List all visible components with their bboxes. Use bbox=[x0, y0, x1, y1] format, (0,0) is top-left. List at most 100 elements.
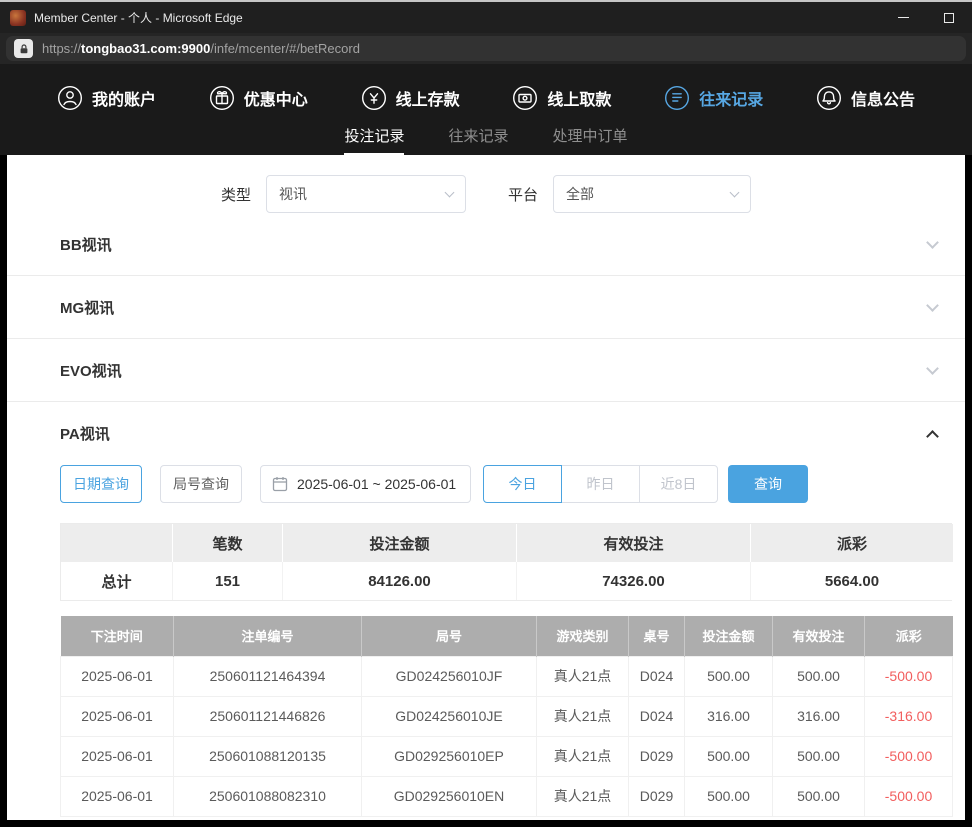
summary-payout-value: 5664.00 bbox=[751, 562, 953, 600]
nav-label: 线上取款 bbox=[547, 86, 611, 110]
section-label: PA视讯 bbox=[60, 423, 110, 444]
summary-valid-bet-value: 74326.00 bbox=[517, 562, 751, 600]
lock-icon bbox=[18, 43, 30, 55]
accordion-sections: BB视讯 MG视讯 EVO视讯 PA视讯 bbox=[7, 213, 965, 465]
cell-bet-amount: 500.00 bbox=[685, 736, 773, 776]
col-header-payout: 派彩 bbox=[865, 616, 953, 656]
url-input[interactable]: https://tongbao31.com:9900/infe/mcenter/… bbox=[6, 36, 966, 61]
cell-bet-amount: 500.00 bbox=[685, 776, 773, 816]
col-header-valid-bet: 有效投注 bbox=[773, 616, 865, 656]
date-range-value: 2025-06-01 ~ 2025-06-01 bbox=[297, 476, 456, 492]
cell-bet-amount: 500.00 bbox=[685, 656, 773, 696]
detail-table: 下注时间注单编号局号游戏类别桌号投注金额有效投注派彩 2025-06-01250… bbox=[60, 616, 953, 817]
detail-table-head-row: 下注时间注单编号局号游戏类别桌号投注金额有效投注派彩 bbox=[61, 616, 953, 656]
search-button[interactable]: 查询 bbox=[728, 465, 808, 503]
cell-bet-id: 250601088082310 bbox=[174, 776, 362, 816]
cell-game-type: 真人21点 bbox=[537, 736, 629, 776]
maximize-icon bbox=[944, 13, 954, 23]
cell-round-id: GD024256010JE bbox=[362, 696, 537, 736]
col-header-game-type: 游戏类别 bbox=[537, 616, 629, 656]
site-info-button[interactable] bbox=[14, 39, 33, 58]
cell-round-id: GD029256010EN bbox=[362, 776, 537, 816]
cell-table-no: D029 bbox=[629, 736, 685, 776]
cell-game-type: 真人21点 bbox=[537, 656, 629, 696]
minimize-icon bbox=[898, 17, 909, 18]
records-circle-icon bbox=[664, 85, 690, 111]
nav-item-online-deposit[interactable]: 线上存款 bbox=[361, 85, 460, 111]
table-row: 2025-06-01250601088082310GD029256010EN真人… bbox=[61, 776, 953, 816]
tab-processing-orders[interactable]: 处理中订单 bbox=[553, 125, 628, 155]
cell-payout: -500.00 bbox=[865, 776, 953, 816]
chevron-down-icon bbox=[926, 236, 939, 249]
url-scheme: https:// bbox=[42, 41, 81, 56]
last-8-days-button[interactable]: 近8日 bbox=[639, 465, 718, 503]
col-header-bet-time: 下注时间 bbox=[61, 616, 174, 656]
nav-item-promotions[interactable]: 优惠中心 bbox=[209, 85, 308, 111]
col-header-bet-id: 注单编号 bbox=[174, 616, 362, 656]
quick-range-group: 今日 昨日 近8日 bbox=[483, 465, 718, 503]
round-query-button[interactable]: 局号查询 bbox=[160, 465, 242, 503]
detail-table-body: 2025-06-01250601121464394GD024256010JF真人… bbox=[61, 656, 953, 816]
tab-bet-records[interactable]: 投注记录 bbox=[344, 125, 404, 155]
cell-table-no: D024 bbox=[629, 696, 685, 736]
table-row: 2025-06-01250601121464394GD024256010JF真人… bbox=[61, 656, 953, 696]
cell-round-id: GD029256010EP bbox=[362, 736, 537, 776]
window-titlebar: Member Center - 个人 - Microsoft Edge bbox=[0, 0, 972, 33]
window-title: Member Center - 个人 - Microsoft Edge bbox=[34, 9, 880, 26]
cell-valid-bet: 316.00 bbox=[773, 696, 865, 736]
platform-select[interactable]: 全部 bbox=[553, 175, 751, 213]
summary-table: 笔数 投注金额 有效投注 派彩 总计 151 84126.00 74326.00… bbox=[60, 523, 952, 601]
platform-select-value: 全部 bbox=[566, 184, 594, 204]
section-mg-video[interactable]: MG视讯 bbox=[7, 276, 965, 339]
summary-total-label: 总计 bbox=[61, 562, 173, 600]
url-path: /infe/mcenter/#/betRecord bbox=[210, 41, 360, 56]
cell-valid-bet: 500.00 bbox=[773, 656, 865, 696]
cell-valid-bet: 500.00 bbox=[773, 736, 865, 776]
date-range-picker[interactable]: 2025-06-01 ~ 2025-06-01 bbox=[260, 465, 471, 503]
main-nav: 我的账户 优惠中心 线上存款 线上取款 往来记录 bbox=[57, 74, 915, 122]
maximize-button[interactable] bbox=[926, 2, 972, 33]
nav-item-announcements[interactable]: 信息公告 bbox=[816, 85, 915, 111]
pa-controls: 日期查询 局号查询 2025-06-01 ~ 2025-06-01 今日 昨日 … bbox=[60, 465, 965, 503]
cell-bet-id: 250601121464394 bbox=[174, 656, 362, 696]
page-content: 类型 视讯 平台 全部 BB视讯 MG视讯 EVO视讯 PA视讯 日期 bbox=[7, 155, 965, 820]
nav-item-online-withdrawal[interactable]: 线上取款 bbox=[512, 85, 611, 111]
section-bb-video[interactable]: BB视讯 bbox=[7, 213, 965, 276]
table-row: 2025-06-01250601088120135GD029256010EP真人… bbox=[61, 736, 953, 776]
cell-payout: -500.00 bbox=[865, 656, 953, 696]
type-select[interactable]: 视讯 bbox=[266, 175, 466, 213]
nav-item-transaction-records[interactable]: 往来记录 bbox=[664, 85, 763, 111]
cell-bet-amount: 316.00 bbox=[685, 696, 773, 736]
address-bar: https://tongbao31.com:9900/infe/mcenter/… bbox=[0, 33, 972, 64]
summary-count-value: 151 bbox=[173, 562, 283, 600]
nav-label: 我的账户 bbox=[92, 86, 156, 110]
type-select-value: 视讯 bbox=[279, 184, 307, 204]
chevron-down-icon bbox=[730, 188, 740, 198]
col-header-bet-amount: 投注金额 bbox=[685, 616, 773, 656]
chevron-down-icon bbox=[926, 299, 939, 312]
summary-header-empty bbox=[61, 524, 173, 562]
col-header-round-id: 局号 bbox=[362, 616, 537, 656]
nav-item-my-account[interactable]: 我的账户 bbox=[57, 85, 156, 111]
section-pa-video[interactable]: PA视讯 bbox=[7, 402, 965, 465]
section-evo-video[interactable]: EVO视讯 bbox=[7, 339, 965, 402]
platform-filter-label: 平台 bbox=[508, 184, 538, 205]
cell-table-no: D029 bbox=[629, 776, 685, 816]
tab-transaction-records[interactable]: 往来记录 bbox=[448, 125, 508, 155]
yesterday-button[interactable]: 昨日 bbox=[561, 465, 640, 503]
today-button[interactable]: 今日 bbox=[483, 465, 562, 503]
nav-label: 往来记录 bbox=[699, 86, 763, 110]
summary-header-payout: 派彩 bbox=[751, 524, 953, 562]
date-query-button[interactable]: 日期查询 bbox=[60, 465, 142, 503]
summary-header-bet-amount: 投注金额 bbox=[283, 524, 517, 562]
section-label: MG视讯 bbox=[60, 297, 114, 318]
filter-row: 类型 视讯 平台 全部 bbox=[7, 155, 965, 213]
url-host: tongbao31.com:9900 bbox=[81, 41, 210, 56]
section-label: EVO视讯 bbox=[60, 360, 122, 381]
nav-label: 线上存款 bbox=[396, 86, 460, 110]
minimize-button[interactable] bbox=[880, 2, 926, 33]
summary-header-count: 笔数 bbox=[173, 524, 283, 562]
chevron-up-icon bbox=[926, 430, 939, 443]
nav-label: 优惠中心 bbox=[244, 86, 308, 110]
cell-valid-bet: 500.00 bbox=[773, 776, 865, 816]
